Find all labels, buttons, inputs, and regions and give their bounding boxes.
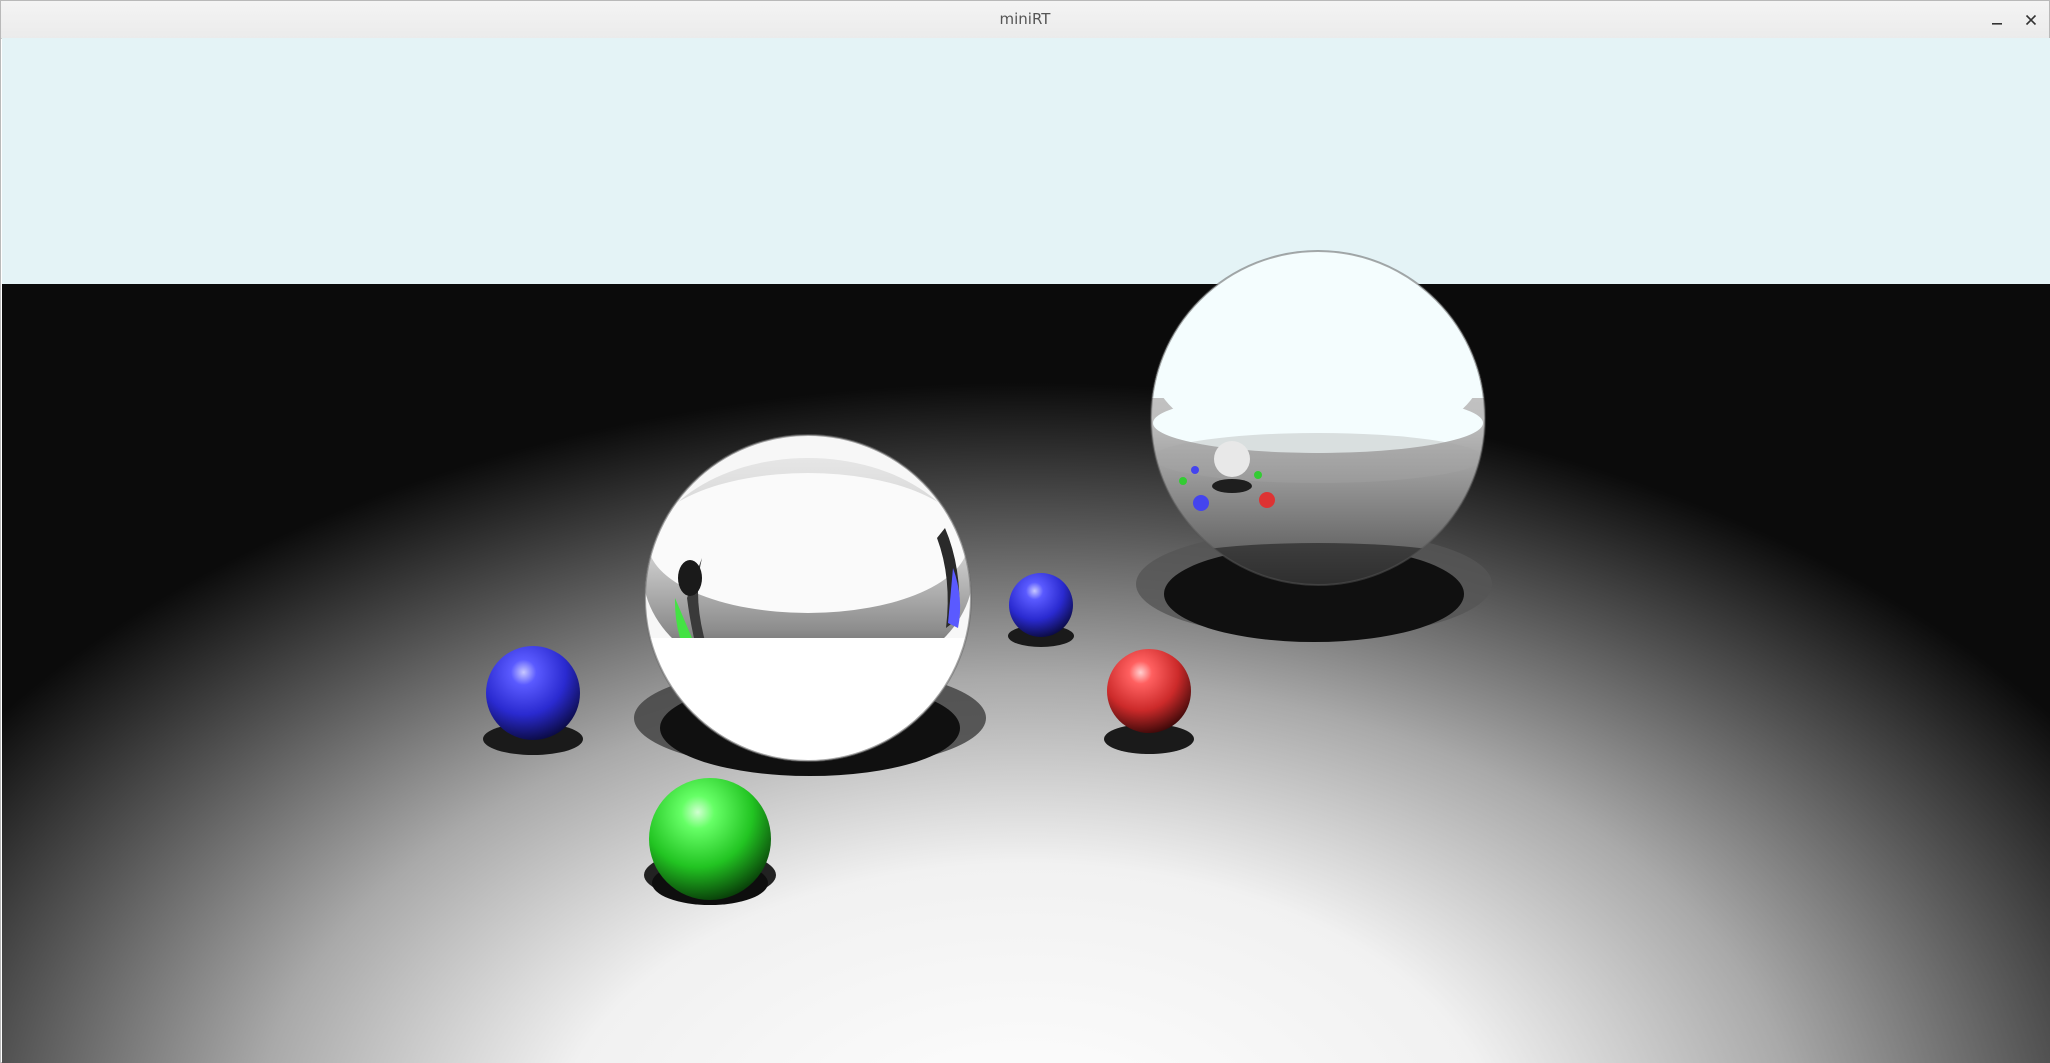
red-sphere xyxy=(1107,649,1191,733)
sky xyxy=(2,38,2050,284)
floor-plane xyxy=(2,284,2050,1063)
window-title: miniRT xyxy=(999,10,1051,28)
minimize-icon xyxy=(1992,23,2002,25)
blue-sphere-left xyxy=(486,646,580,740)
green-sphere xyxy=(649,778,771,900)
rendered-scene xyxy=(2,38,2050,1063)
blue-sphere-middle xyxy=(1009,573,1073,637)
close-icon xyxy=(2025,14,2037,26)
render-viewport xyxy=(2,38,2050,1063)
titlebar[interactable]: miniRT xyxy=(1,1,2049,39)
app-window: miniRT xyxy=(0,0,2050,1063)
minimize-button[interactable] xyxy=(1984,7,2010,33)
close-button[interactable] xyxy=(2018,7,2044,33)
